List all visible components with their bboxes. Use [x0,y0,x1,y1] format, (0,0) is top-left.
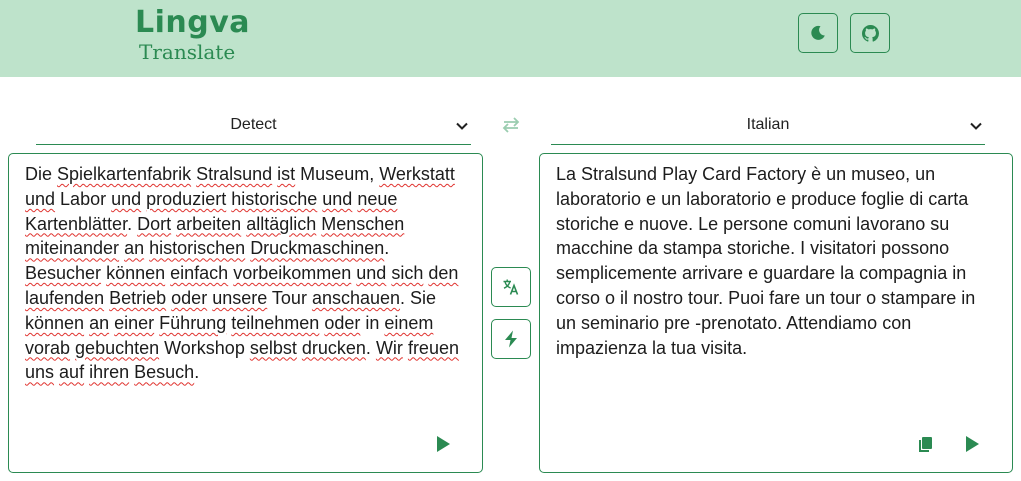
copy-button[interactable] [911,430,939,458]
lingva-logo[interactable]: Lingva Translate [132,4,250,66]
source-text-area[interactable]: Die Spielkartenfabrik Stralsund ist Muse… [8,153,483,473]
spellcheck-flagged-word: Druckmaschinen [250,238,385,259]
target-language-select[interactable]: Italian [551,109,985,145]
source-text-segment: Tour [267,287,312,308]
source-text-segment: Labor [55,188,112,209]
spellcheck-flagged-word: an [89,312,110,333]
translate-button[interactable] [491,267,531,307]
source-text-segment: . [194,362,200,383]
spellcheck-flagged-word: alltäglich [246,213,317,234]
spellcheck-flagged-word: können [106,263,166,284]
source-text-segment [459,338,464,358]
swap-languages-icon[interactable] [500,116,522,134]
spellcheck-flagged-word: vorbeikommen [233,263,352,284]
spellcheck-flagged-word: freuen [407,337,459,358]
spellcheck-flagged-word: uns [25,362,55,383]
app-header: Lingva Translate [0,0,1021,77]
spellcheck-flagged-word: Kartenblätter [25,213,128,234]
spellcheck-flagged-word: anschauen [311,287,401,308]
spellcheck-flagged-word: den [428,263,459,284]
source-text-segment: . [127,213,138,234]
spellcheck-flagged-word: an [124,238,145,259]
moon-icon [811,25,825,40]
source-language-select[interactable]: Detect [36,109,471,145]
spellcheck-flagged-word: Dort [137,213,172,234]
spellcheck-flagged-word: gebuchten [75,337,160,358]
spellcheck-flagged-word: selbst [249,337,297,358]
translated-text: La Stralsund Play Card Factory è un muse… [556,164,981,358]
spellcheck-flagged-word: Besuch [134,362,195,383]
target-play-button[interactable] [958,430,986,458]
source-text-segment: Museum, [295,164,380,184]
spellcheck-flagged-word: laufenden [25,287,105,308]
auto-translate-button[interactable] [491,319,531,359]
spellcheck-flagged-word: auf [59,362,85,383]
spellcheck-flagged-word: Menschen [321,213,405,234]
spellcheck-flagged-word: und [25,188,56,209]
source-text-segment: . [365,337,376,358]
spellcheck-flagged-word: Betrieb [109,287,167,308]
source-text-segment [455,164,460,184]
spellcheck-flagged-word: unsere [212,287,268,308]
spellcheck-flagged-word: historischen [149,238,246,259]
spellcheck-flagged-word: teilnehmen [231,312,320,333]
source-text-segment: Die [25,164,58,184]
spellcheck-flagged-word: drucken [301,337,366,358]
spellcheck-flagged-word: Stralsund [196,164,273,184]
spellcheck-flagged-word: und [356,263,387,284]
spellcheck-flagged-word: und [322,188,353,209]
source-text-segment [397,189,402,209]
logo-subtitle: Translate [139,40,236,64]
spellcheck-flagged-word: Wir [375,337,403,358]
target-text-area: La Stralsund Play Card Factory è un muse… [539,153,1013,473]
spellcheck-flagged-word: Spielkartenfabrik [57,164,192,184]
spellcheck-flagged-word: oder [171,287,208,308]
lightning-icon [505,330,517,348]
spellcheck-flagged-word: einem [384,312,434,333]
source-text-segment [404,214,409,234]
target-language-value: Italian [746,116,790,133]
spellcheck-flagged-word: können [25,312,85,333]
spellcheck-flagged-word: und [111,188,142,209]
github-button[interactable] [850,13,890,53]
source-text-segment: . [384,238,395,259]
spellcheck-flagged-word: vorab [25,337,71,358]
spellcheck-flagged-word: einer [114,312,155,333]
theme-toggle-button[interactable] [798,13,838,53]
chevron-down-icon [970,122,982,130]
source-language-value: Detect [230,116,277,133]
source-text-segment: . Sie [400,287,442,308]
logo-word: Lingva [135,5,251,40]
source-text-segment: Workshop [159,337,250,358]
source-text-segment [458,263,463,283]
spellcheck-flagged-word: oder [324,312,361,333]
spellcheck-flagged-word: neue [357,188,398,209]
spellcheck-flagged-word: Führung [159,312,227,333]
spellcheck-flagged-word: produziert [146,188,227,209]
spellcheck-flagged-word: Werkstatt [379,164,455,184]
chevron-down-icon [456,122,468,130]
spellcheck-flagged-word: arbeiten [176,213,242,234]
spellcheck-flagged-word: miteinander [25,238,120,259]
github-icon [861,24,879,42]
translate-icon [503,279,519,295]
spellcheck-flagged-word: einfach [170,263,229,284]
spellcheck-flagged-word: ihren [89,362,130,383]
source-text[interactable]: Die Spielkartenfabrik Stralsund ist Muse… [25,162,468,385]
source-text-segment [433,313,438,333]
source-text-segment: in [360,312,385,333]
play-icon [966,436,979,452]
copy-icon [919,436,932,452]
spellcheck-flagged-word: ist [277,164,296,184]
spellcheck-flagged-word: historische [231,188,318,209]
spellcheck-flagged-word: sich [391,263,424,284]
play-icon [437,436,450,452]
source-play-button[interactable] [429,430,457,458]
spellcheck-flagged-word: Besucher [25,263,102,284]
